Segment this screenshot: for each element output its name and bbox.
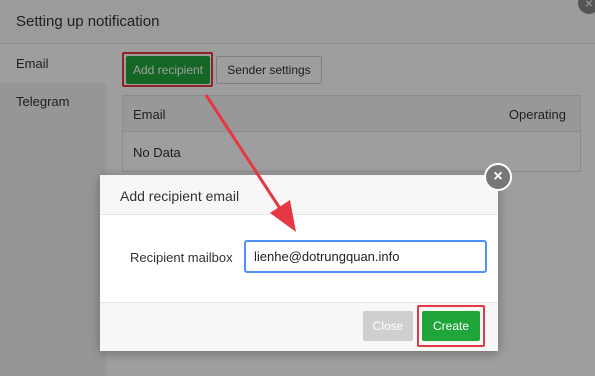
recipient-mailbox-input[interactable] [244, 240, 487, 273]
create-button-highlight [417, 305, 485, 347]
modal-close-icon[interactable]: × [484, 163, 512, 191]
modal-title: Add recipient email [120, 188, 240, 204]
modal-header: Add recipient email [100, 175, 498, 215]
recipient-mailbox-label: Recipient mailbox [130, 250, 233, 265]
close-button[interactable]: Close [363, 311, 413, 341]
